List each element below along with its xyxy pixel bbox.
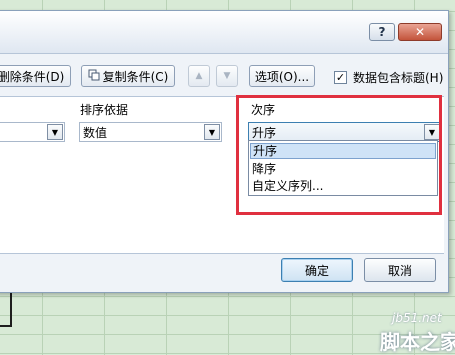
move-down-button[interactable]: ▼: [216, 65, 238, 87]
ok-button[interactable]: 确定: [281, 258, 353, 282]
options-label: 选项(O)...: [254, 69, 310, 84]
sort-on-column-header: 排序依据: [80, 103, 129, 117]
move-up-button[interactable]: ▲: [188, 65, 210, 87]
delete-condition-button[interactable]: 删除条件(D): [0, 65, 71, 87]
options-button[interactable]: 选项(O)...: [249, 65, 315, 87]
sort-on-combo[interactable]: 数值 ▼: [79, 122, 222, 142]
dialog-toolbar: 删除条件(D) 复制条件(C) ▲ ▼ 选项(O)... ✓ 数据包含标题(H): [0, 65, 448, 89]
cancel-label: 取消: [387, 263, 412, 278]
chevron-down-icon[interactable]: ▼: [47, 124, 63, 140]
watermark-site: jb51.net: [392, 311, 442, 325]
delete-condition-label: 删除条件(D): [0, 69, 65, 84]
sort-on-value: 数值: [83, 125, 108, 140]
ok-label: 确定: [304, 263, 329, 278]
selected-cell-border: [0, 293, 12, 327]
column-combo[interactable]: ▼: [0, 122, 65, 142]
has-headers-label: 数据包含标题(H): [353, 71, 444, 85]
move-down-icon: ▼: [223, 71, 231, 81]
help-button[interactable]: ?: [369, 23, 395, 41]
annotation-highlight-box: [236, 95, 442, 215]
close-button[interactable]: ✕: [398, 23, 442, 41]
dialog-titlebar: ? ✕: [0, 11, 448, 54]
has-headers-option[interactable]: ✓ 数据包含标题(H): [334, 69, 443, 86]
copy-condition-label: 复制条件(C): [102, 69, 169, 84]
copy-condition-button[interactable]: 复制条件(C): [81, 65, 175, 87]
copy-icon: [88, 69, 100, 84]
move-up-icon: ▲: [195, 71, 203, 81]
has-headers-checkbox[interactable]: ✓: [334, 71, 347, 84]
chevron-down-icon[interactable]: ▼: [204, 124, 220, 140]
cancel-button[interactable]: 取消: [364, 258, 436, 282]
watermark-brand: 脚本之家: [380, 330, 455, 354]
